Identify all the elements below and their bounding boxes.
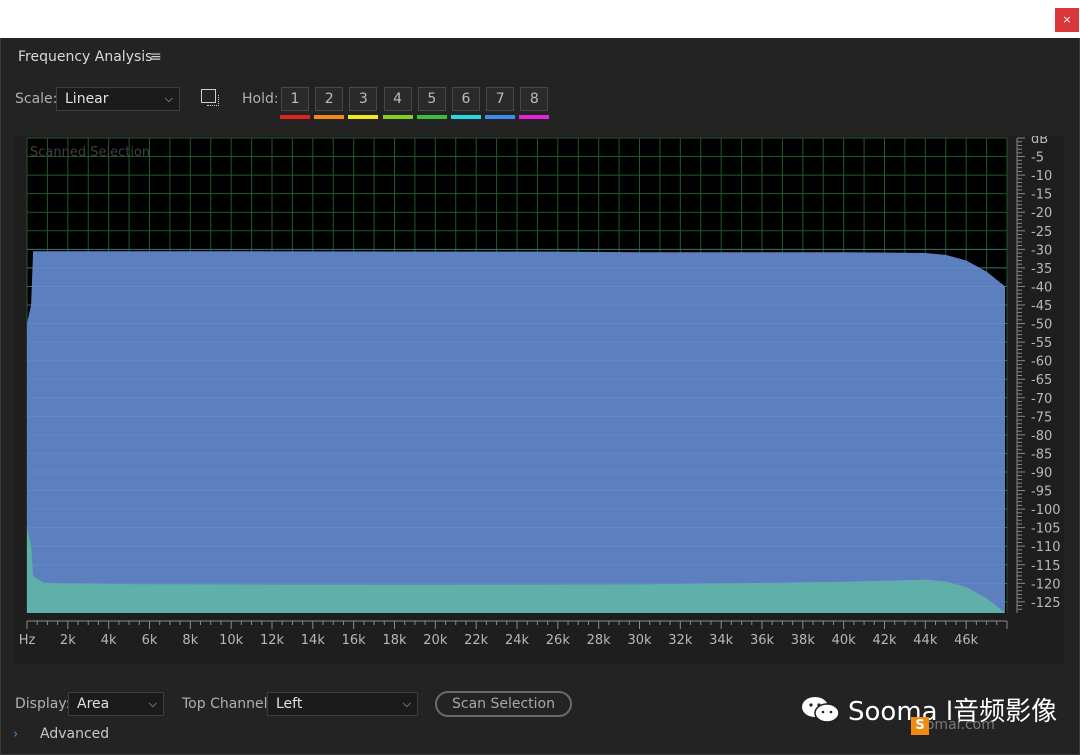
x-tick-label: 38k — [791, 633, 816, 648]
scale-value: Linear — [65, 91, 109, 107]
y-tick-label: -15 — [1031, 188, 1052, 203]
x-tick-label: 36k — [750, 633, 775, 648]
y-tick-label: -110 — [1031, 540, 1061, 555]
y-tick-label: -70 — [1031, 392, 1052, 407]
x-tick-label: 34k — [709, 633, 734, 648]
chart-svg: Scanned Selection dB -5 -10 -15 -20 -25 -30 -35 -… — [19, 136, 1061, 648]
hold-color-bar-6 — [451, 115, 481, 119]
y-tick-label: -100 — [1031, 503, 1061, 518]
x-tick-label: 12k — [260, 633, 285, 648]
y-tick-label: -85 — [1031, 447, 1052, 462]
x-tick-label: 18k — [382, 633, 407, 648]
hold-button-5[interactable]: 5 — [417, 87, 446, 111]
x-tick-label: 24k — [505, 633, 530, 648]
y-tick-label: -50 — [1031, 318, 1052, 333]
x-tick-label: 8k — [182, 633, 198, 648]
close-button[interactable]: × — [1055, 8, 1079, 32]
x-tick-label: 28k — [587, 633, 612, 648]
x-tick-label: 14k — [301, 633, 326, 648]
x-tick-label: Hz — [19, 633, 36, 648]
hold-button-3[interactable]: 3 — [349, 87, 378, 111]
y-tick-label: -40 — [1031, 280, 1052, 295]
top-channel-dropdown[interactable]: Left ⌵ — [267, 692, 418, 716]
chevron-right-icon[interactable]: › — [13, 727, 18, 742]
watermark-logo: S — [911, 717, 929, 735]
hold-color-bar-7 — [485, 115, 516, 119]
scan-selection-button[interactable]: Scan Selection — [435, 691, 572, 717]
hold-button-8[interactable]: 8 — [520, 87, 549, 111]
y-tick-label: -10 — [1031, 169, 1052, 184]
y-tick-label: -60 — [1031, 355, 1052, 370]
selection-region-icon[interactable] — [201, 89, 219, 106]
hold-color-bar-4 — [382, 115, 413, 119]
y-tick-label: dB — [1031, 136, 1048, 147]
x-tick-label: 6k — [142, 633, 158, 648]
chevron-down-icon: ⌵ — [148, 697, 157, 710]
hold-button-7[interactable]: 7 — [486, 87, 515, 111]
display-value: Area — [77, 696, 110, 712]
y-tick-label: -30 — [1031, 243, 1052, 258]
y-tick-label: -5 — [1031, 151, 1044, 166]
x-tick-label: 20k — [423, 633, 448, 648]
y-tick-label: -90 — [1031, 466, 1052, 481]
chevron-down-icon: ⌵ — [164, 92, 173, 105]
hold-button-1[interactable]: 1 — [281, 87, 309, 111]
hold-color-bar-5 — [416, 115, 447, 119]
wechat-icon — [802, 697, 840, 723]
hold-color-bar-8 — [519, 115, 550, 119]
scale-dropdown[interactable]: Linear ⌵ — [56, 87, 180, 111]
hold-color-bar-1 — [280, 115, 310, 119]
top-channel-value: Left — [276, 696, 303, 712]
scale-label: Scale: — [15, 91, 58, 107]
y-tick-label: -45 — [1031, 299, 1052, 314]
y-tick-label: -65 — [1031, 373, 1052, 388]
x-tick-label: 42k — [872, 633, 897, 648]
advanced-toggle[interactable]: Advanced — [40, 726, 109, 742]
y-tick-label: -115 — [1031, 559, 1061, 574]
x-tick-label: 40k — [832, 633, 857, 648]
x-tick-label: 30k — [627, 633, 652, 648]
hold-label: Hold: — [242, 91, 279, 107]
chevron-down-icon: ⌵ — [402, 697, 411, 710]
hold-button-2[interactable]: 2 — [315, 87, 344, 111]
x-tick-label: 22k — [464, 633, 489, 648]
hold-button-6[interactable]: 6 — [452, 87, 480, 111]
y-tick-label: -20 — [1031, 206, 1052, 221]
x-tick-label: 32k — [668, 633, 693, 648]
chart-title: Scanned Selection — [30, 145, 150, 160]
y-tick-label: -105 — [1031, 522, 1061, 537]
x-tick-label: 46k — [954, 633, 979, 648]
panel-title: Frequency Analysis — [18, 49, 153, 65]
x-tick-label: 26k — [546, 633, 571, 648]
y-tick-label: -125 — [1031, 596, 1061, 611]
display-label: Display: — [15, 696, 71, 712]
y-tick-label: -120 — [1031, 577, 1061, 592]
x-tick-label: 10k — [219, 633, 244, 648]
y-tick-label: -95 — [1031, 485, 1052, 500]
y-tick-label: -55 — [1031, 336, 1052, 351]
panel-menu-icon[interactable]: ≡ — [150, 49, 162, 65]
x-tick-label: 2k — [60, 633, 76, 648]
window-titlebar: × — [0, 0, 1080, 38]
hold-color-bar-2 — [314, 115, 345, 119]
x-tick-label: 4k — [101, 633, 117, 648]
hold-button-4[interactable]: 4 — [383, 87, 412, 111]
top-channel-label: Top Channel: — [182, 696, 273, 712]
y-tick-label: -35 — [1031, 262, 1052, 277]
hold-color-bar-3 — [348, 115, 379, 119]
x-tick-label: 16k — [342, 633, 367, 648]
y-tick-label: -25 — [1031, 225, 1052, 240]
display-dropdown[interactable]: Area ⌵ — [68, 692, 164, 716]
x-tick-label: 44k — [913, 633, 938, 648]
frequency-chart: Scanned Selection dB -5 -10 -15 -20 -25 -30 -35 -… — [15, 136, 1064, 664]
y-tick-label: -80 — [1031, 429, 1052, 444]
y-tick-label: -75 — [1031, 410, 1052, 425]
